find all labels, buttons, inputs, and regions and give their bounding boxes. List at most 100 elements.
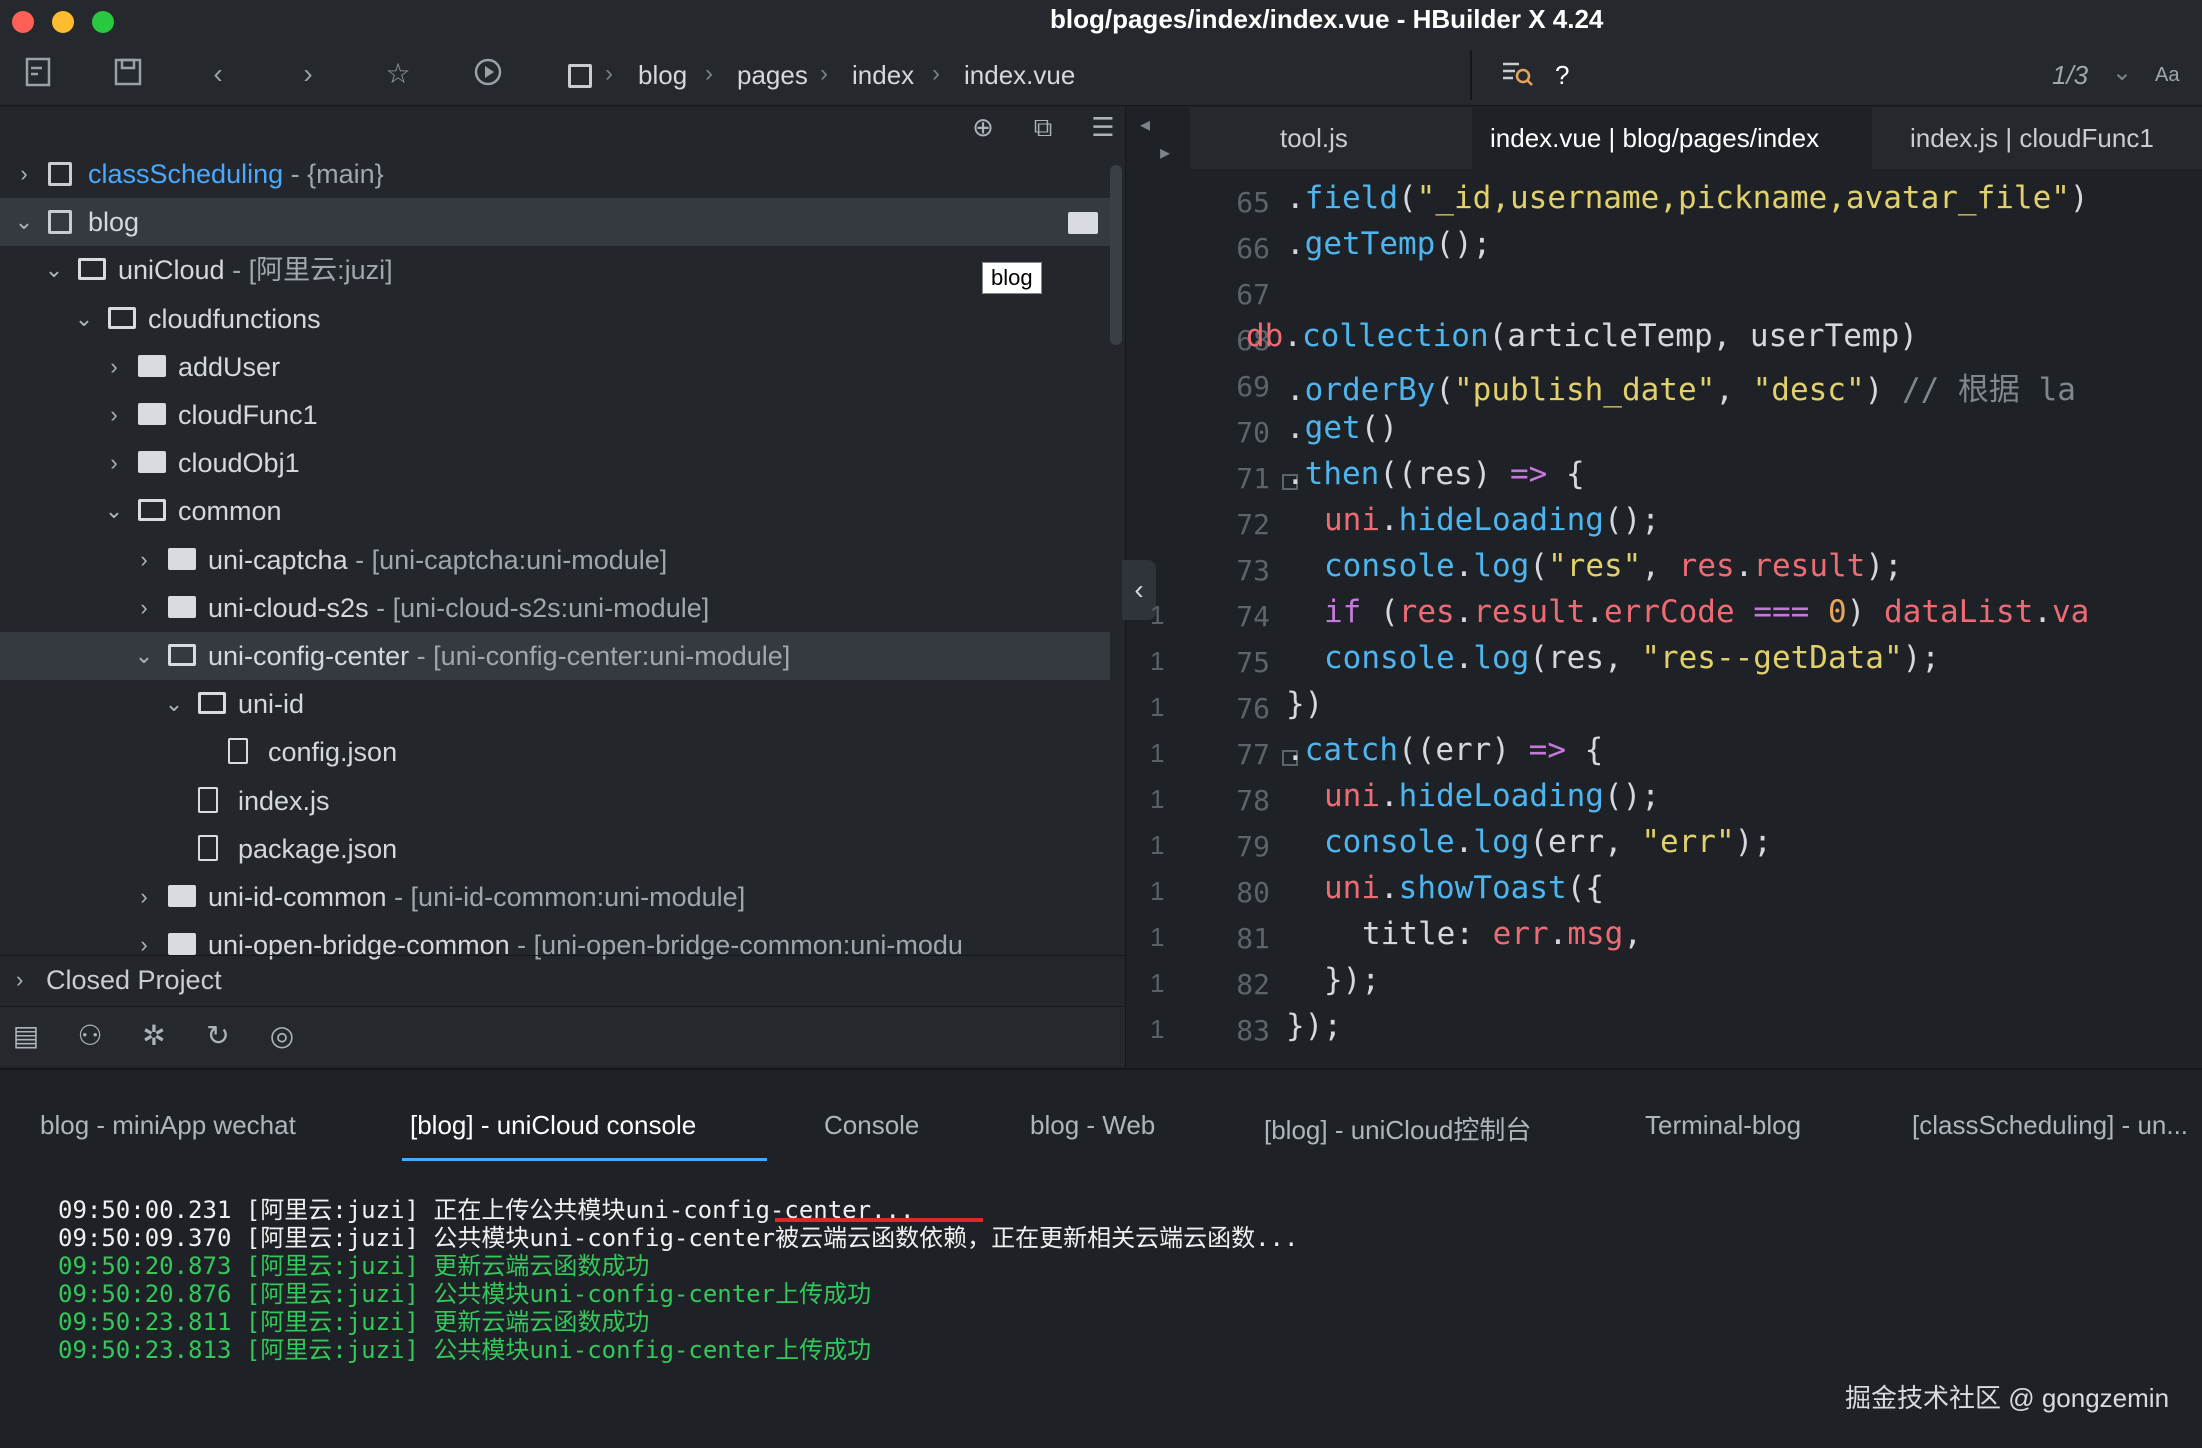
file-icon	[228, 738, 248, 765]
chevron-down-icon[interactable]: ⌄	[102, 487, 126, 535]
breadcrumb-separator: ›	[820, 60, 828, 87]
tree-item-suffix: - [uni-captcha:uni-module]	[347, 544, 668, 575]
tree-item[interactable]: › uni-id-common - [uni-id-common:uni-modu…	[0, 873, 1110, 921]
collapse-all-icon[interactable]: ⧉	[1025, 112, 1061, 148]
breadcrumb-item[interactable]: blog	[638, 60, 687, 91]
tree-item[interactable]: › classScheduling - {main}	[0, 150, 1110, 198]
chevron-down-icon[interactable]: ⌄	[12, 198, 36, 246]
chevron-right-icon[interactable]: ›	[102, 439, 126, 487]
search-hint: ?	[1555, 60, 1570, 90]
tree-item-label: uni-id	[238, 689, 305, 720]
editor-tab-active[interactable]: index.vue | blog/pages/index	[1472, 107, 1872, 169]
tree-item[interactable]: ⌄ common	[0, 487, 1110, 535]
console-tab[interactable]: [classScheduling] - un...	[1912, 1110, 2188, 1141]
console-tab[interactable]: blog - Web	[1030, 1110, 1155, 1141]
tree-item-suffix: - {main}	[283, 159, 384, 189]
folder-icon	[138, 451, 166, 474]
project-icon[interactable]: ▤	[8, 1018, 44, 1054]
run-icon[interactable]	[470, 56, 506, 92]
watermark: 掘金技术社区 @ gongzemin	[1845, 1383, 2170, 1413]
tree-item[interactable]: ⌄ blog	[0, 198, 1110, 247]
toolbar-divider	[1470, 50, 1472, 100]
globe-icon[interactable]: ◎	[264, 1018, 300, 1054]
console-tab[interactable]: [blog] - uniCloud控制台	[1264, 1110, 1531, 1147]
gutter-mark: 1	[1150, 922, 1165, 952]
new-file-icon[interactable]	[20, 56, 56, 92]
forward-icon[interactable]: ›	[290, 56, 326, 92]
chevron-right-icon[interactable]: ›	[132, 584, 156, 632]
editor-tab[interactable]: tool.js	[1262, 107, 1366, 169]
chevron-right-icon[interactable]: ›	[12, 150, 36, 198]
breadcrumb-item[interactable]: index	[852, 60, 914, 91]
chevron-right-icon: ›	[16, 967, 24, 992]
console-tab[interactable]: blog - miniApp wechat	[40, 1110, 296, 1141]
folder-open-icon	[138, 499, 166, 522]
tree-item[interactable]: › uni-captcha - [uni-captcha:uni-module]	[0, 536, 1110, 584]
chevron-right-icon[interactable]: ›	[132, 536, 156, 584]
code-editor[interactable]: .field("_id,username,pickname,avatar_fil…	[1190, 170, 2202, 1067]
tree-item[interactable]: ⌄ uniCloud - [阿里云:juzi]	[0, 246, 1110, 294]
tree-item[interactable]: config.json	[0, 728, 1110, 776]
breadcrumb-item[interactable]: pages	[737, 60, 808, 91]
back-icon[interactable]: ‹	[200, 56, 236, 92]
minimize-window-button[interactable]	[52, 11, 74, 33]
star-icon[interactable]: ☆	[380, 56, 416, 92]
tree-item-label: uni-id-common	[208, 882, 387, 912]
close-window-button[interactable]	[12, 11, 34, 33]
zoom-window-button[interactable]	[92, 11, 114, 33]
chevron-right-icon[interactable]: ▸	[1160, 140, 1170, 165]
tree-item[interactable]: ⌄ cloudfunctions	[0, 295, 1110, 343]
breadcrumb-item[interactable]: index.vue	[964, 60, 1075, 91]
breadcrumb-separator: ›	[605, 60, 613, 87]
tree-scrollbar[interactable]	[1110, 165, 1122, 345]
chevron-left-icon[interactable]: ◂	[1140, 112, 1150, 137]
console-tab[interactable]: [blog] - uniCloud console	[410, 1110, 696, 1141]
chevron-down-icon[interactable]: ⌄	[132, 632, 156, 680]
breadcrumb-separator: ›	[932, 60, 940, 87]
toolbar	[0, 42, 2202, 106]
closed-project-section[interactable]: › Closed Project	[0, 955, 1125, 1003]
tree-item-label: uni-cloud-s2s	[208, 592, 369, 623]
editor-tab[interactable]: index.js | cloudFunc1	[1892, 107, 2172, 169]
tree-item[interactable]: › uni-cloud-s2s - [uni-cloud-s2s:uni-modu…	[0, 584, 1110, 632]
tree-item[interactable]: ⌄ uni-id	[0, 680, 1110, 728]
project-icon	[48, 210, 72, 235]
chevron-down-icon[interactable]: ⌄	[2112, 58, 2132, 87]
chevron-right-icon[interactable]: ›	[102, 391, 126, 439]
tree-item-label: config.json	[268, 737, 398, 768]
cloud-sync-icon[interactable]: ↻	[200, 1018, 236, 1054]
tree-item[interactable]: › cloudFunc1	[0, 391, 1110, 439]
active-tab-indicator	[402, 1158, 767, 1161]
case-toggle[interactable]: Aa	[2155, 64, 2179, 87]
chevron-right-icon[interactable]: ›	[102, 343, 126, 391]
chevron-down-icon[interactable]: ⌄	[72, 295, 96, 343]
save-icon[interactable]	[110, 56, 146, 92]
binoculars-icon[interactable]: ⚇	[72, 1018, 108, 1054]
tree-item[interactable]: package.json	[0, 825, 1110, 873]
folder-open-icon	[198, 692, 226, 715]
tree-item-label: uni-captcha	[208, 544, 348, 575]
tree-item[interactable]: ⌄ uni-config-center - [uni-config-center:…	[0, 632, 1110, 680]
tree-item-suffix: - [uni-config-center:uni-module]	[409, 641, 791, 671]
folder-open-icon	[78, 258, 106, 281]
bug-icon[interactable]: ✲	[136, 1018, 172, 1054]
tree-item-label: index.js	[238, 785, 330, 816]
search-list-icon[interactable]	[1500, 56, 1536, 92]
tree-item[interactable]: › cloudObj1	[0, 439, 1110, 487]
locate-icon[interactable]: ⊕	[965, 112, 1001, 148]
chevron-right-icon[interactable]: ›	[132, 873, 156, 921]
folder-icon	[168, 547, 196, 570]
tree-item-label: addUser	[178, 351, 281, 382]
window-title: blog/pages/index/index.vue - HBuilder X …	[1050, 4, 1604, 34]
console-tab[interactable]: Console	[824, 1110, 919, 1141]
file-icon	[198, 834, 218, 861]
tree-item[interactable]: › addUser	[0, 343, 1110, 391]
file-icon	[198, 786, 218, 813]
folder-open-icon	[108, 306, 136, 329]
console-tab[interactable]: Terminal-blog	[1645, 1110, 1801, 1141]
menu-icon[interactable]: ☰	[1085, 112, 1121, 148]
folder-icon[interactable]	[1068, 212, 1098, 234]
tree-item[interactable]: index.js	[0, 777, 1110, 825]
chevron-down-icon[interactable]: ⌄	[162, 680, 186, 728]
chevron-down-icon[interactable]: ⌄	[42, 246, 66, 294]
